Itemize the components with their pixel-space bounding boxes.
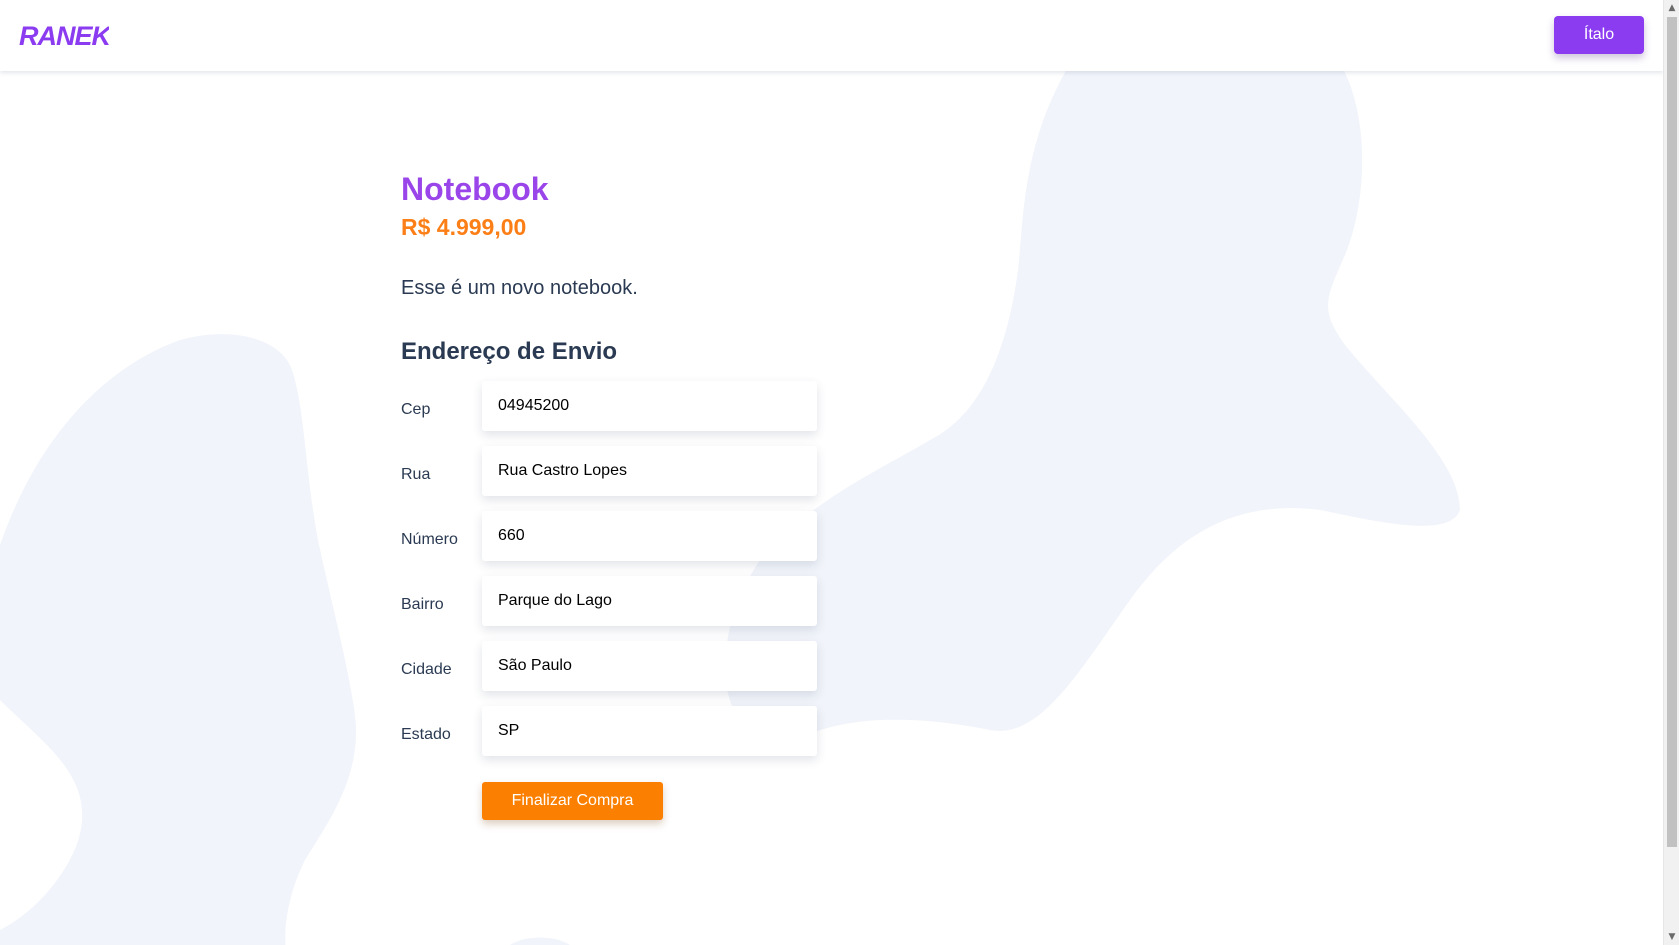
street-input[interactable] xyxy=(482,446,817,496)
neighborhood-label: Bairro xyxy=(401,596,444,613)
number-row: Número xyxy=(401,511,821,576)
background-blob-right xyxy=(725,0,1460,741)
neighborhood-row: Bairro xyxy=(401,576,821,641)
page-viewport: RANEK Ítalo Notebook R$ 4.999,00 Esse é … xyxy=(0,0,1663,945)
shipping-address-heading: Endereço de Envio xyxy=(401,338,618,365)
cep-label: Cep xyxy=(401,401,431,418)
state-row: Estado xyxy=(401,706,821,771)
street-row: Rua xyxy=(401,446,821,511)
background-blob-left xyxy=(0,334,357,945)
cep-row: Cep xyxy=(401,381,821,446)
product-title: Notebook xyxy=(401,171,549,207)
background-blob-bottom xyxy=(510,937,570,945)
svg-text:RANEK: RANEK xyxy=(19,21,109,51)
number-label: Número xyxy=(401,531,458,548)
city-row: Cidade xyxy=(401,641,821,706)
finalize-purchase-button[interactable]: Finalizar Compra xyxy=(482,782,663,820)
neighborhood-input[interactable] xyxy=(482,576,817,626)
number-input[interactable] xyxy=(482,511,817,561)
city-label: Cidade xyxy=(401,661,452,678)
cep-input[interactable] xyxy=(482,381,817,431)
scroll-up-arrow-icon[interactable]: ▲ xyxy=(1664,0,1679,16)
street-label: Rua xyxy=(401,466,431,483)
city-input[interactable] xyxy=(482,641,817,691)
vertical-scrollbar[interactable]: ▲ ▼ xyxy=(1663,0,1679,945)
checkout-content: Notebook R$ 4.999,00 Esse é um novo note… xyxy=(401,165,821,820)
background-blobs xyxy=(0,0,1460,945)
user-account-button[interactable]: Ítalo xyxy=(1554,16,1644,54)
shipping-address-form: Cep Rua Número Bairro Cidade Estado xyxy=(401,381,821,820)
top-navigation-bar: RANEK Ítalo xyxy=(0,0,1663,71)
scroll-down-arrow-icon[interactable]: ▼ xyxy=(1664,929,1679,945)
scrollbar-thumb[interactable] xyxy=(1667,17,1677,847)
state-label: Estado xyxy=(401,726,451,743)
product-description: Esse é um novo notebook. xyxy=(401,277,638,299)
ranek-logo[interactable]: RANEK xyxy=(19,18,109,52)
state-input[interactable] xyxy=(482,706,817,756)
product-price: R$ 4.999,00 xyxy=(401,214,527,240)
